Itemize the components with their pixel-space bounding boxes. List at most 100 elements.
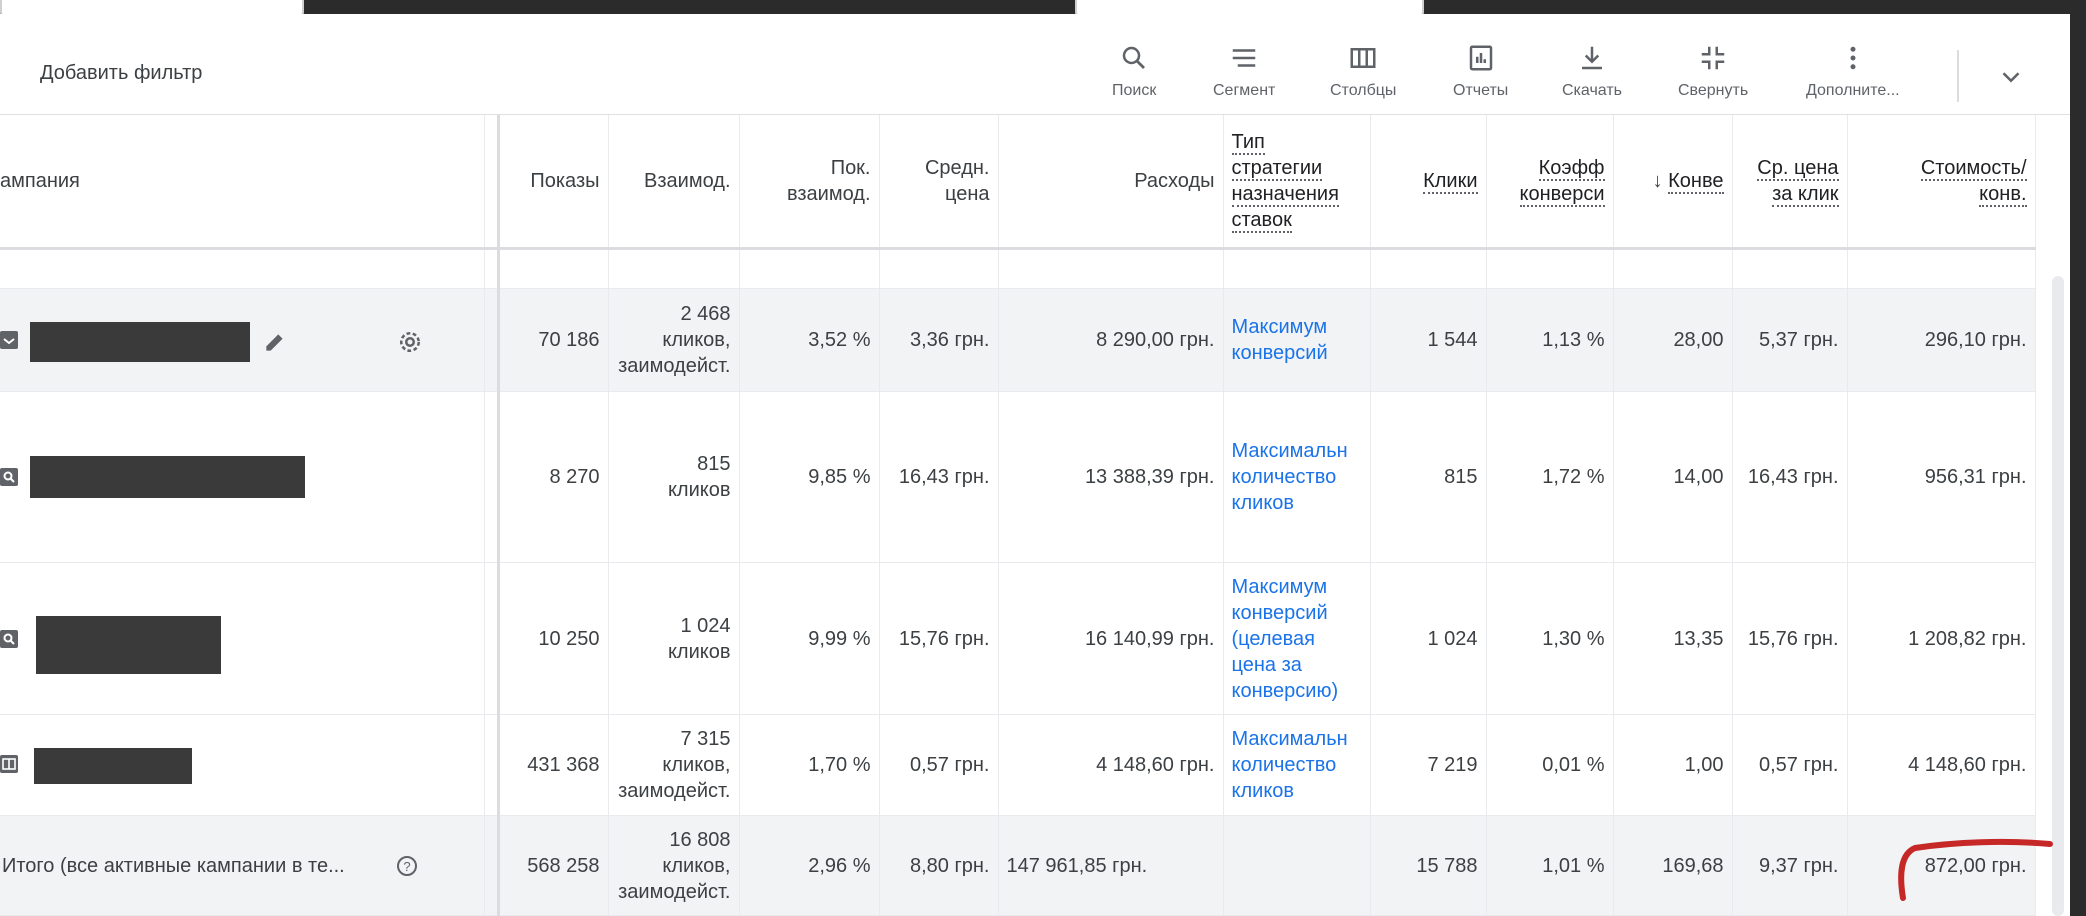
col-bid-strategy[interactable]: Тип стратегии назначения ставок xyxy=(1223,115,1371,250)
cost-cell: 16 140,99 грн. xyxy=(998,562,1224,715)
gear-icon[interactable] xyxy=(395,327,425,357)
col-clicks[interactable]: Клики xyxy=(1370,115,1487,250)
interactions-cell: 7 315 кликов, заимодейст. xyxy=(608,714,740,816)
download-tool-button[interactable]: Скачать xyxy=(1562,40,1622,100)
redacted-campaign-name xyxy=(34,748,192,784)
avg-cpc-cell: 5,37 грн. xyxy=(1732,288,1848,392)
interaction-rate-cell: 9,85 % xyxy=(739,391,880,563)
conversions-cell: 14,00 xyxy=(1613,391,1733,563)
col-cost[interactable]: Расходы xyxy=(998,115,1224,250)
impressions-cell: 70 186 xyxy=(498,288,609,392)
reports-tool-button[interactable]: Отчеты xyxy=(1453,40,1508,100)
bid-strategy-link[interactable]: Максимальн количество кликов xyxy=(1223,714,1371,816)
window-top-edge xyxy=(0,0,2070,14)
conversions-cell: 13,35 xyxy=(1613,562,1733,715)
sort-arrow-icon: ↓ xyxy=(1652,170,1663,192)
search-campaign-icon xyxy=(0,468,18,486)
col-avg-cpc[interactable]: Ср. цена за клик xyxy=(1732,115,1848,250)
add-filter-button[interactable]: Добавить фильтр xyxy=(40,62,202,85)
columns-icon xyxy=(1348,40,1378,76)
bid-strategy-link[interactable]: Максимум конверсий (целевая цена за конверси… xyxy=(1223,562,1371,715)
impressions-cell: 431 368 xyxy=(498,714,609,816)
total-cost: 147 961,85 грн. xyxy=(998,815,1224,916)
vertical-scrollbar[interactable] xyxy=(2052,276,2064,916)
conv-rate-cell: 1,72 % xyxy=(1486,391,1614,563)
interactions-cell: 2 468 кликов, заимодейст. xyxy=(608,288,740,392)
table-row[interactable]: 10 250 1 024 кликов 9,99 % 15,76 грн. 16 … xyxy=(0,562,2036,715)
total-conv-rate: 1,01 % xyxy=(1486,815,1614,916)
col-campaign[interactable]: ампания xyxy=(0,115,485,250)
table-toolbar: Добавить фильтр Поиск Сегмент Столбцы От… xyxy=(0,14,2070,115)
avg-cpc-cell: 15,76 грн. xyxy=(1732,562,1848,715)
cost-per-conv-cell: 4 148,60 грн. xyxy=(1847,714,2036,816)
conv-rate-cell: 1,13 % xyxy=(1486,288,1614,392)
col-avg-cost[interactable]: Средн. цена xyxy=(879,115,999,250)
cost-per-conv-cell: 1 208,82 грн. xyxy=(1847,562,2036,715)
total-bid-strategy xyxy=(1223,815,1371,916)
avg-cpc-cell: 0,57 грн. xyxy=(1732,714,1848,816)
table-header-row: ампания Показы Взаимод. Пок. взаимод. Сре… xyxy=(0,115,2036,250)
total-impressions: 568 258 xyxy=(498,815,609,916)
col-divider-cell xyxy=(484,815,500,916)
col-impressions[interactable]: Показы xyxy=(498,115,609,250)
campaign-cell[interactable] xyxy=(0,391,485,563)
segment-tool-button[interactable]: Сегмент xyxy=(1213,40,1275,100)
avg-cost-cell: 16,43 грн. xyxy=(879,391,999,563)
total-avg-cpc: 9,37 грн. xyxy=(1732,815,1848,916)
segment-tool-label: Сегмент xyxy=(1213,82,1276,99)
reports-icon xyxy=(1466,40,1496,76)
cost-per-conv-cell: 956,31 грн. xyxy=(1847,391,2036,563)
collapse-icon xyxy=(1698,40,1728,76)
campaign-cell[interactable] xyxy=(0,562,485,715)
campaigns-panel: Добавить фильтр Поиск Сегмент Столбцы От… xyxy=(0,14,2070,916)
edit-icon[interactable] xyxy=(262,329,288,355)
red-highlight-mark xyxy=(1898,838,2053,901)
col-interactions[interactable]: Взаимод. xyxy=(608,115,740,250)
download-icon xyxy=(1577,40,1607,76)
avg-cpc-cell: 16,43 грн. xyxy=(1732,391,1848,563)
total-label: Итого (все активные кампании в те... xyxy=(2,854,345,877)
display-campaign-icon xyxy=(0,331,18,349)
campaign-cell[interactable] xyxy=(0,714,485,816)
bid-strategy-link[interactable]: Максимум конверсий xyxy=(1223,288,1371,392)
collapse-tool-button[interactable]: Свернуть xyxy=(1678,40,1748,100)
col-conversions[interactable]: ↓ Конве xyxy=(1613,115,1733,250)
more-tool-button[interactable]: Дополните... xyxy=(1806,40,1900,100)
bid-strategy-link[interactable]: Максимальн количество кликов xyxy=(1223,391,1371,563)
cost-cell: 13 388,39 грн. xyxy=(998,391,1224,563)
campaigns-table: ампания Показы Взаимод. Пок. взаимод. Сре… xyxy=(0,115,2036,916)
campaign-cell[interactable] xyxy=(0,288,485,392)
search-tool-label: Поиск xyxy=(1112,82,1157,99)
table-row[interactable]: 8 270 815 кликов 9,85 % 16,43 грн. 13 388… xyxy=(0,391,2036,563)
reports-tool-label: Отчеты xyxy=(1453,82,1509,99)
cost-cell: 8 290,00 грн. xyxy=(998,288,1224,392)
col-divider xyxy=(484,115,500,250)
chevron-down-icon[interactable] xyxy=(1996,62,2026,97)
interactions-cell: 815 кликов xyxy=(608,391,740,563)
col-interaction-rate[interactable]: Пок. взаимод. xyxy=(739,115,880,250)
search-tool-button[interactable]: Поиск xyxy=(1112,40,1156,100)
total-interaction-rate: 2,96 % xyxy=(739,815,880,916)
table-row[interactable]: 70 186 2 468 кликов, заимодейст. 3,52 % 3,… xyxy=(0,288,2036,392)
col-conv-rate[interactable]: Коэфф конверси xyxy=(1486,115,1614,250)
redacted-campaign-name xyxy=(36,616,221,674)
avg-cost-cell: 3,36 грн. xyxy=(879,288,999,392)
columns-tool-button[interactable]: Столбцы xyxy=(1330,40,1396,100)
help-icon[interactable]: ? xyxy=(395,854,419,878)
table-row[interactable]: 431 368 7 315 кликов, заимодейст. 1,70 % 0… xyxy=(0,714,2036,816)
col-divider-cell xyxy=(484,714,500,816)
conv-rate-cell: 1,30 % xyxy=(1486,562,1614,715)
col-cost-per-conv[interactable]: Стоимость/конв. xyxy=(1847,115,2036,250)
total-avg-cost: 8,80 грн. xyxy=(879,815,999,916)
total-label-cell: Итого (все активные кампании в те... ? xyxy=(0,815,485,916)
table-spacer-row xyxy=(0,248,2036,289)
columns-tool-label: Столбцы xyxy=(1330,82,1397,99)
conv-rate-cell: 0,01 % xyxy=(1486,714,1614,816)
toolbar-divider xyxy=(1957,50,1959,102)
col-divider-cell xyxy=(484,288,500,392)
total-interactions: 16 808 кликов, заимодейст. xyxy=(608,815,740,916)
collapse-tool-label: Свернуть xyxy=(1678,82,1749,99)
more-vert-icon xyxy=(1838,40,1868,76)
more-tool-label: Дополните... xyxy=(1806,82,1900,99)
redacted-campaign-name xyxy=(30,456,305,498)
